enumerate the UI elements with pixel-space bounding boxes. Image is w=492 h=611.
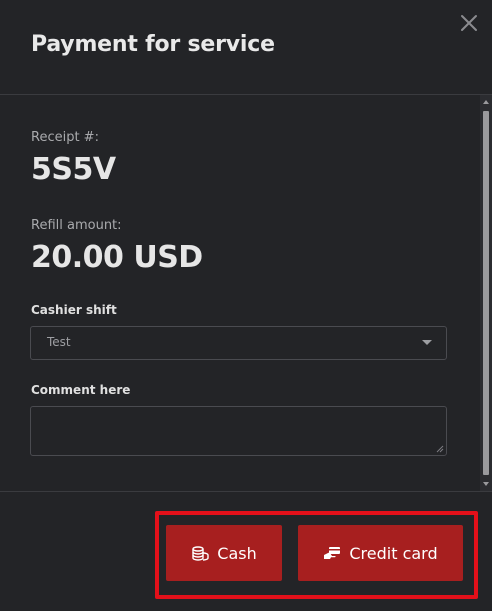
scroll-down-icon[interactable] [480,477,492,491]
comment-label: Comment here [31,383,131,397]
resize-grip-icon[interactable] [436,445,444,453]
cash-button-label: Cash [217,543,257,563]
comment-textarea[interactable] [30,406,447,456]
cashier-shift-value: Test [47,335,71,349]
receipt-label: Receipt #: [31,130,99,145]
close-icon [461,15,477,31]
close-button[interactable] [458,12,480,34]
cash-button[interactable]: Cash [166,525,282,581]
refill-amount-label: Refill amount: [31,218,122,233]
cashier-shift-select[interactable]: Test [30,326,447,360]
scrollbar-thumb[interactable] [483,111,489,475]
payment-dialog: Payment for service Receipt #: 5S5V Refi… [0,0,492,611]
credit-card-hand-icon [324,547,341,560]
chevron-down-icon [422,340,432,345]
scroll-up-icon[interactable] [480,95,492,109]
receipt-number: 5S5V [31,152,116,187]
credit-card-button[interactable]: Credit card [298,525,463,581]
coins-stack-icon [192,546,209,561]
refill-amount-value: 20.00 USD [31,240,203,275]
dialog-title: Payment for service [31,32,275,57]
cashier-shift-label: Cashier shift [31,303,117,317]
dialog-header: Payment for service [0,0,492,95]
scrollbar[interactable] [480,95,492,491]
dialog-body: Receipt #: 5S5V Refill amount: 20.00 USD… [0,95,480,491]
credit-card-button-label: Credit card [349,543,438,563]
